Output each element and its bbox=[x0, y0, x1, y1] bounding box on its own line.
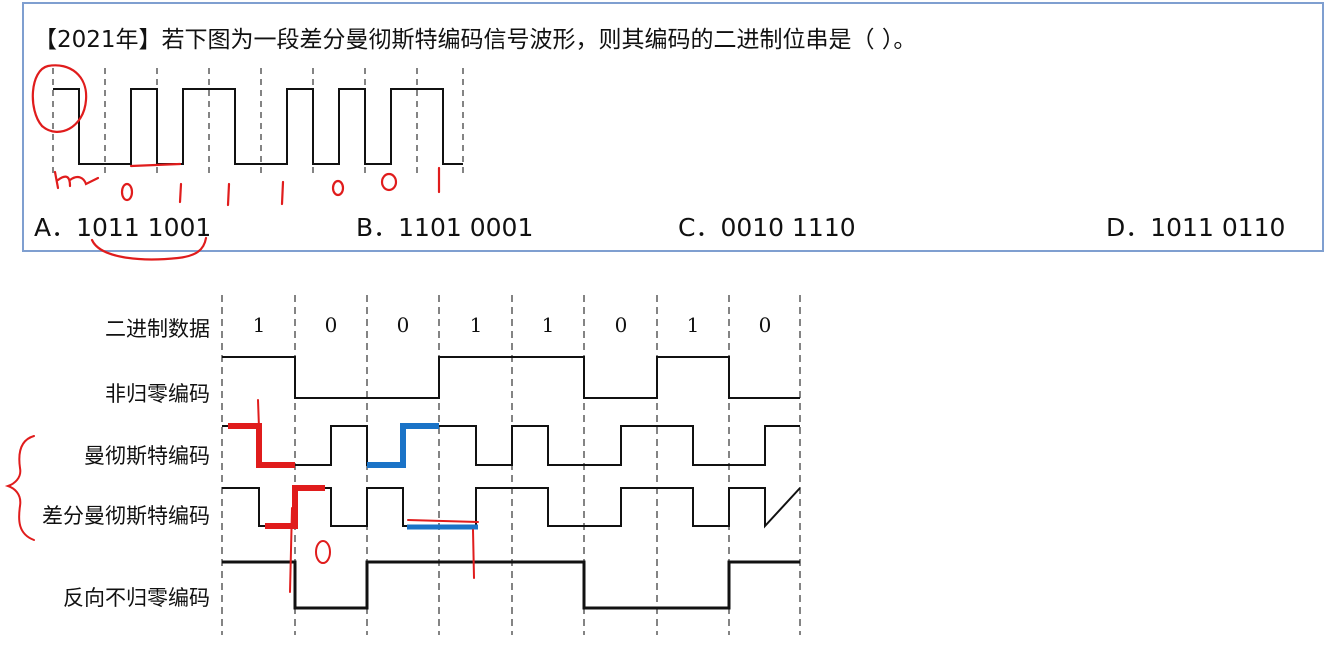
diff-manchester-waveform bbox=[222, 487, 801, 529]
row-label-binary: 二进制数据 bbox=[105, 317, 210, 341]
bit-6: 0 bbox=[614, 313, 628, 337]
bit-8: 0 bbox=[758, 313, 772, 337]
row-label-nrzi: 反向不归零编码 bbox=[63, 586, 210, 610]
bit-4: 1 bbox=[469, 313, 483, 337]
bit-7: 1 bbox=[686, 313, 700, 337]
blue-highlight-manchester bbox=[367, 423, 439, 468]
red-highlight-manchester bbox=[228, 423, 295, 468]
manchester-waveform bbox=[222, 425, 800, 466]
bit-1: 1 bbox=[252, 313, 266, 337]
nrz-waveform bbox=[222, 356, 800, 399]
row-label-manchester: 曼彻斯特编码 bbox=[84, 444, 210, 468]
bit-5: 1 bbox=[541, 313, 555, 337]
question-waveform bbox=[53, 88, 463, 165]
red-highlight-diff bbox=[265, 485, 325, 529]
nrzi-waveform bbox=[222, 560, 800, 610]
row-label-diff-manchester: 差分曼彻斯特编码 bbox=[42, 504, 210, 528]
question-clock-lines bbox=[52, 68, 464, 178]
bit-3: 0 bbox=[396, 313, 410, 337]
row-label-nrz: 非归零编码 bbox=[105, 382, 210, 406]
bit-2: 0 bbox=[324, 313, 338, 337]
